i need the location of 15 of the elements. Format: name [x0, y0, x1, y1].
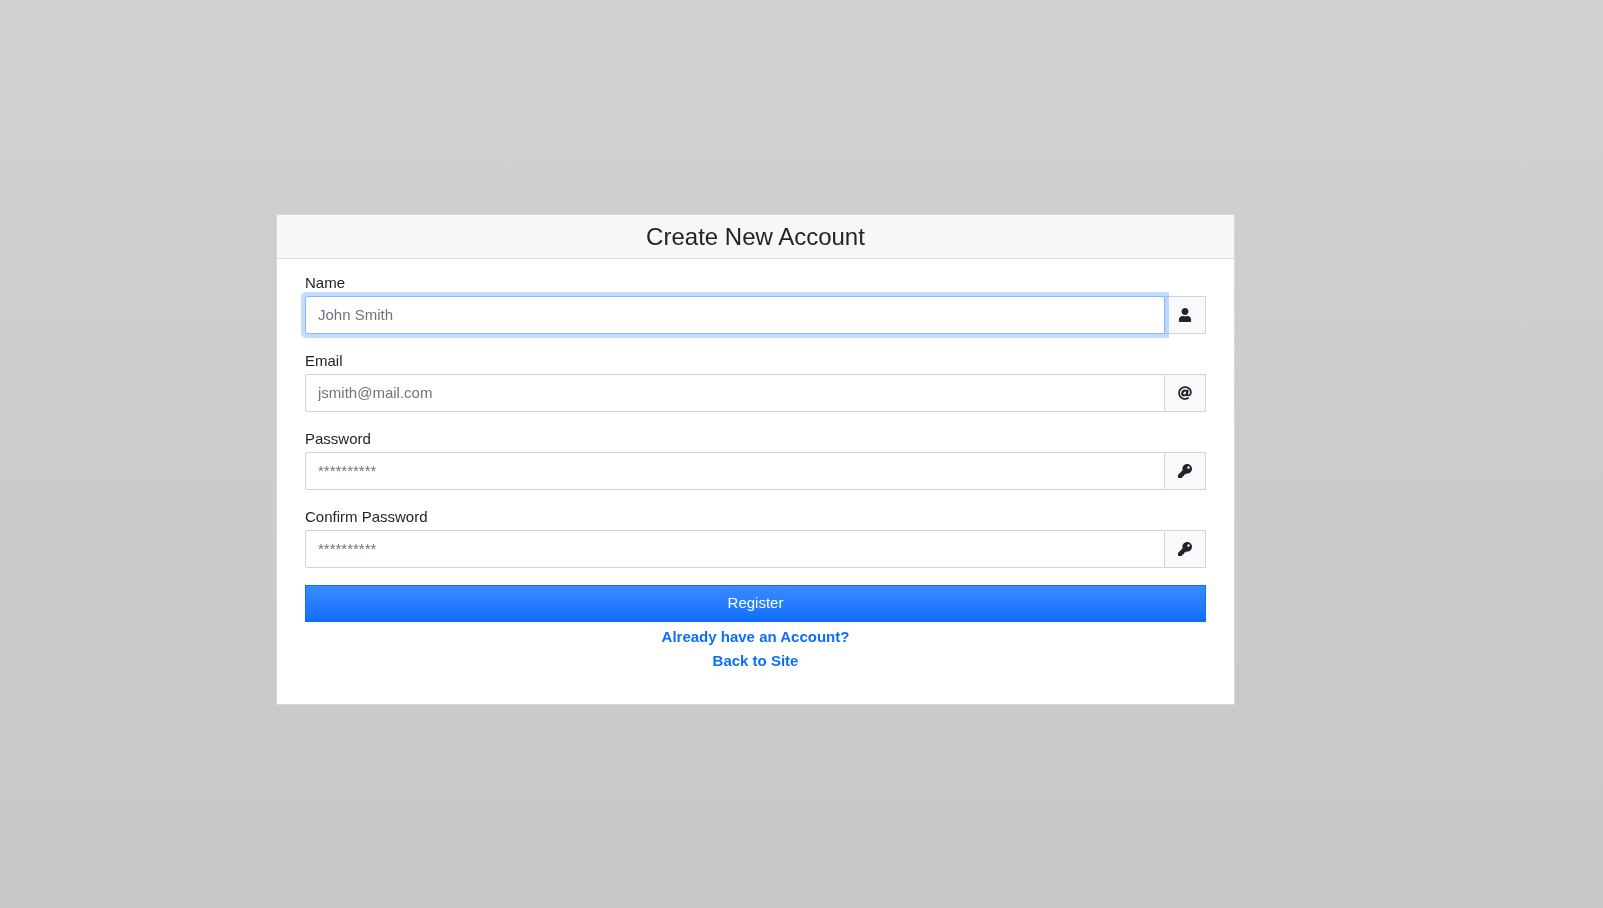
link[interactable]: Already have an Account? [661, 625, 850, 649]
field-label: Email [305, 351, 344, 371]
input-field[interactable]: ********** [305, 452, 1165, 490]
user-icon [1165, 296, 1206, 334]
card-title: Create New Account [646, 221, 865, 252]
at-sign-icon [1165, 374, 1206, 412]
register-button[interactable]: Register [305, 585, 1206, 622]
field-label: Password [305, 429, 372, 449]
input-field[interactable]: jsmith@mail.com [305, 374, 1165, 412]
key-icon [1165, 452, 1206, 490]
input-field[interactable]: ********** [305, 530, 1165, 568]
field-label: Confirm Password [305, 507, 429, 527]
field-label: Name [305, 273, 346, 293]
key-icon [1165, 530, 1206, 568]
link[interactable]: Back to Site [712, 649, 799, 673]
